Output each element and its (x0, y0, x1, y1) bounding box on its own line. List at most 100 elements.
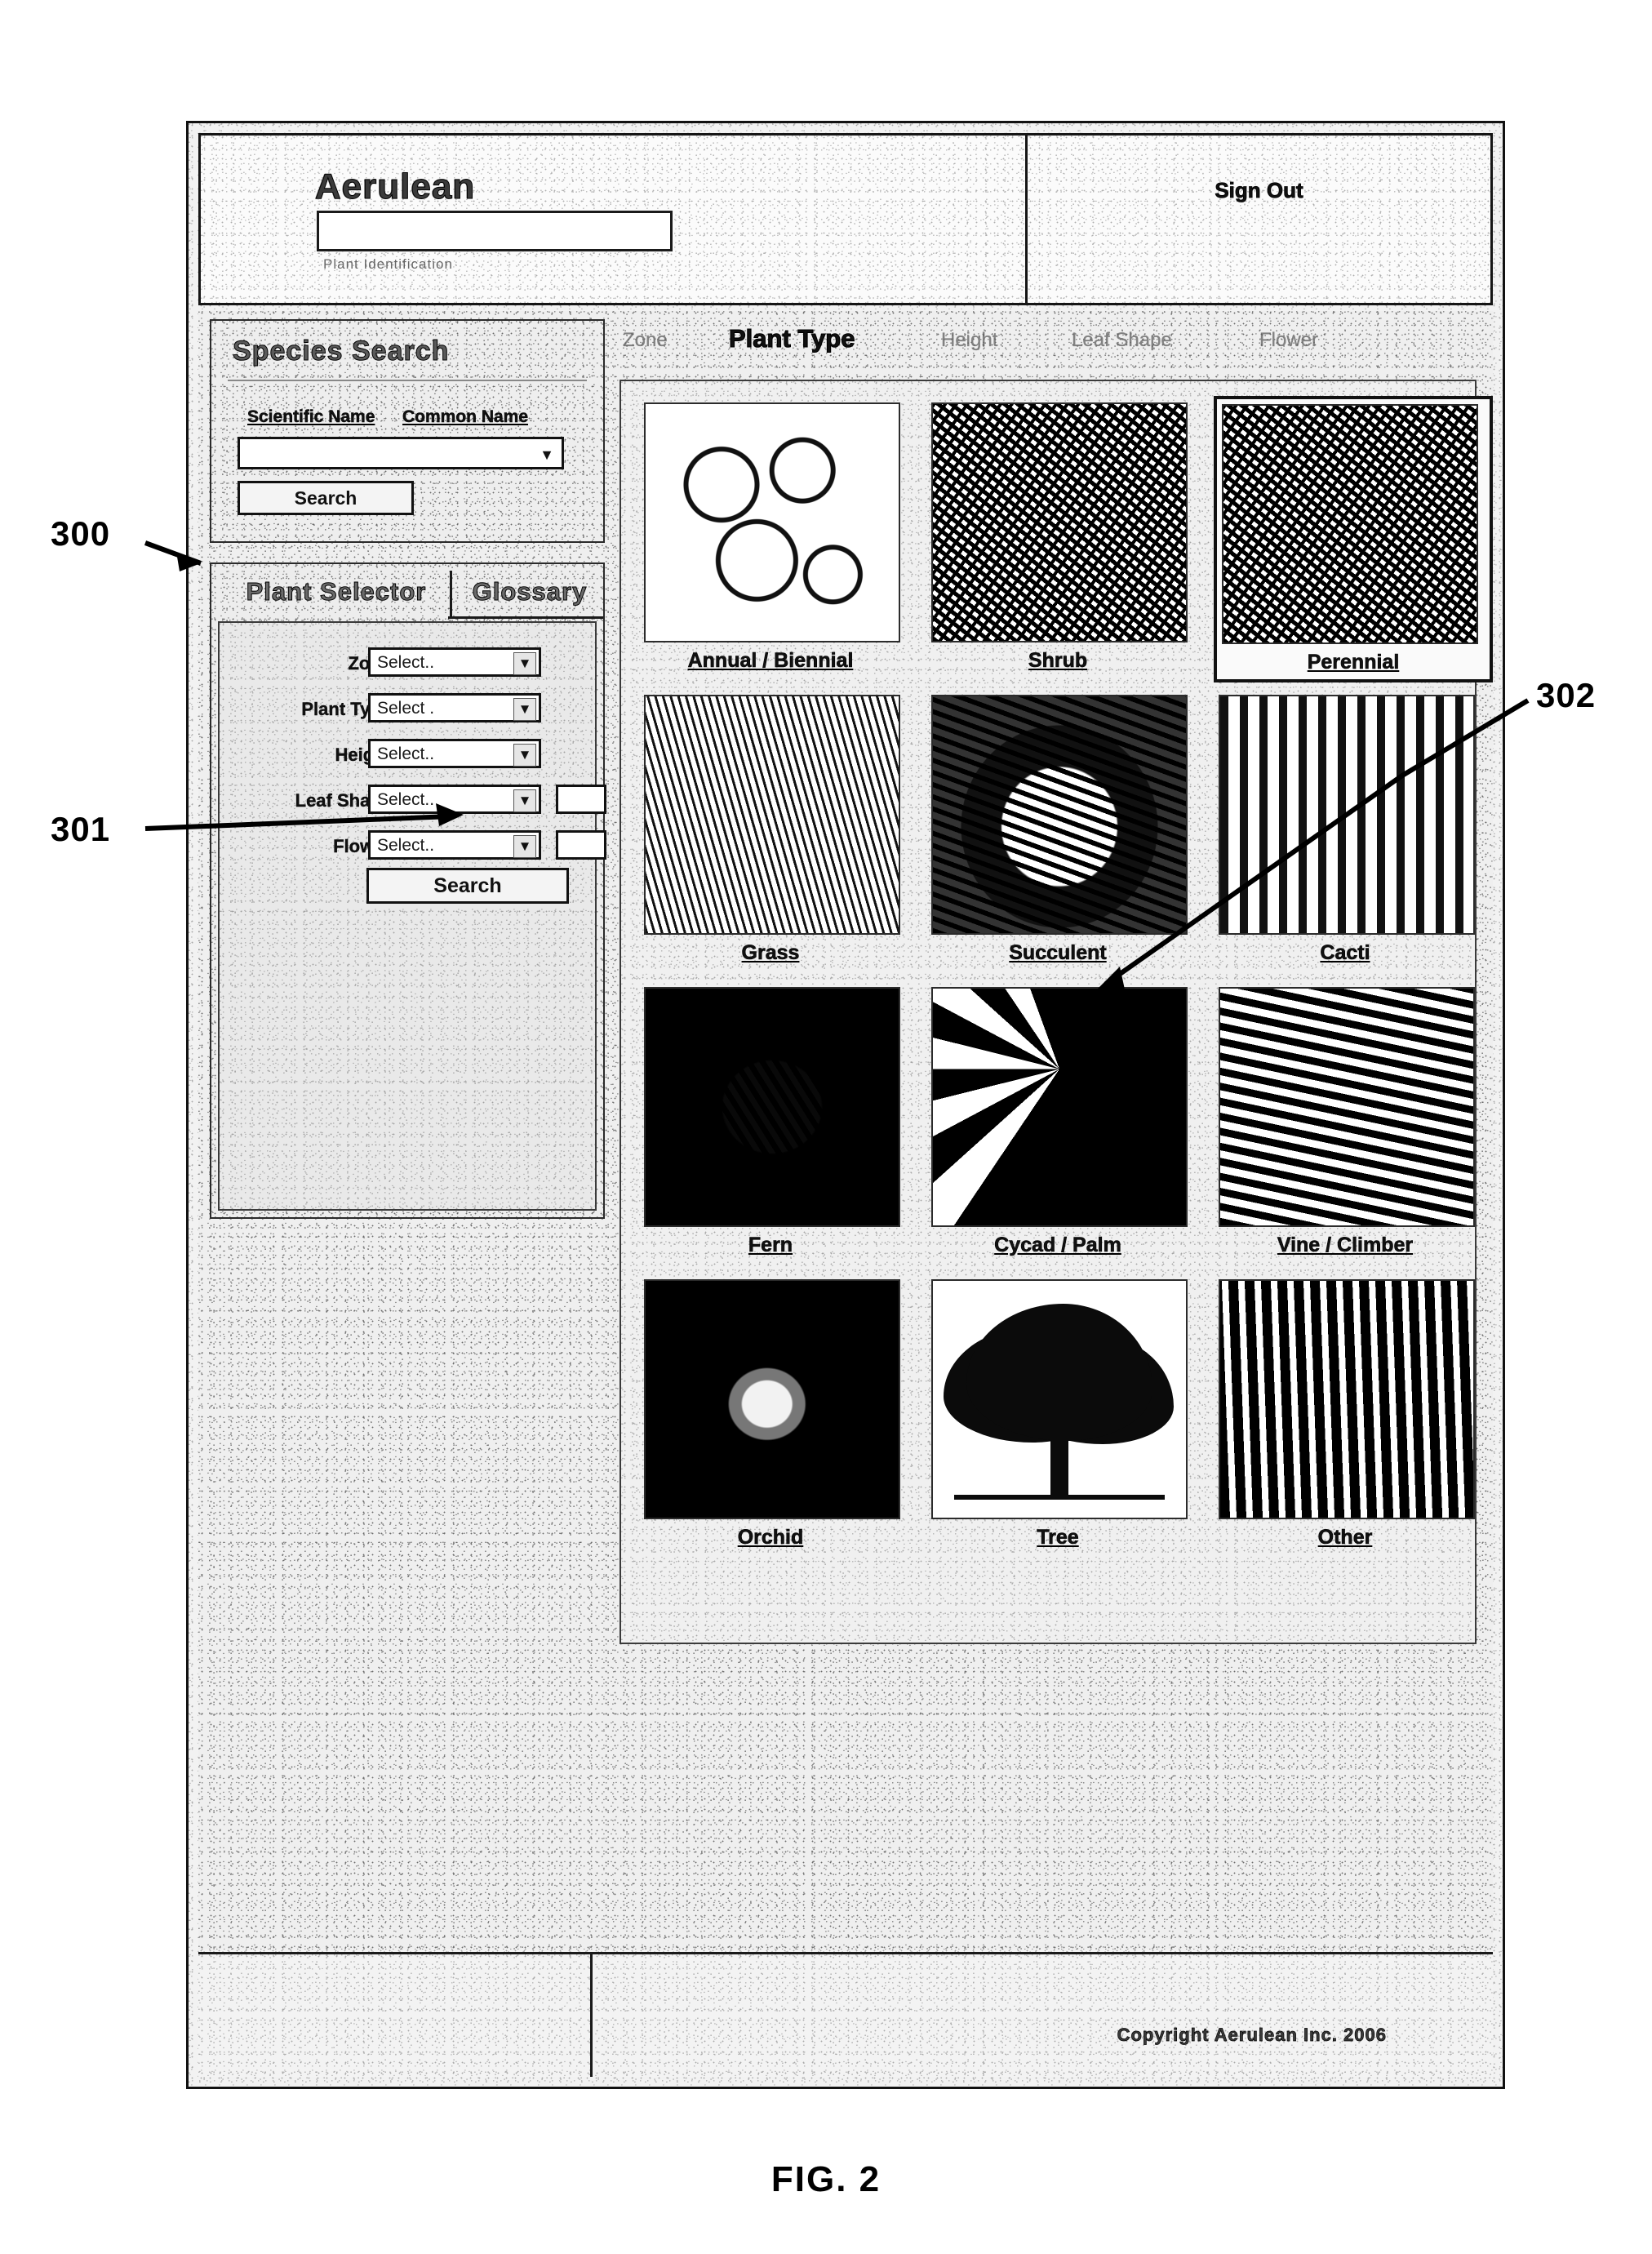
chevron-down-icon[interactable]: ▼ (513, 835, 536, 858)
thumbnail-orchid[interactable] (644, 1279, 900, 1519)
shrub-illustration-icon (933, 404, 1186, 641)
tile-annual-biennial[interactable]: Annual / Biennial (644, 402, 900, 673)
tile-shrub[interactable]: Shrub (931, 402, 1188, 673)
tab-divider (450, 571, 452, 616)
select-leaf-shape[interactable]: Select.. ▼ (368, 785, 541, 814)
tile-caption[interactable]: Other (1219, 1526, 1472, 1549)
chevron-down-icon[interactable]: ▼ (513, 744, 536, 767)
tile-caption[interactable]: Shrub (931, 649, 1184, 673)
orchid-illustration-icon (646, 1281, 899, 1518)
site-header: Aerulean Plant Identification Sign Out (198, 133, 1493, 305)
tile-caption[interactable]: Perennial (1222, 651, 1485, 674)
tab-plant-selector[interactable]: Plant Selector (226, 571, 446, 613)
tile-orchid[interactable]: Orchid (644, 1279, 900, 1549)
thumbnail-tree[interactable] (931, 1279, 1188, 1519)
copyright-text: Copyright Aerulean Inc. 2006 (1117, 2025, 1387, 2046)
chevron-down-icon[interactable]: ▼ (535, 442, 558, 467)
flower-illustration-icon (646, 404, 899, 641)
application-window: Aerulean Plant Identification Sign Out S… (186, 121, 1505, 2089)
field-row-flower: Flower Select.. ▼ (220, 829, 606, 865)
grass-illustration-icon (646, 696, 899, 933)
thumbnail-annual-biennial[interactable] (644, 402, 900, 642)
species-search-button[interactable]: Search (238, 481, 414, 515)
tile-tree[interactable]: Tree (931, 1279, 1188, 1549)
footer-left-cell (198, 1954, 593, 2077)
site-footer: Copyright Aerulean Inc. 2006 (198, 1952, 1493, 2077)
thumbnail-other[interactable] (1219, 1279, 1475, 1519)
tile-cycad-palm[interactable]: Cycad / Palm (931, 987, 1188, 1257)
tile-succulent[interactable]: Succulent (931, 695, 1188, 965)
species-title-divider (228, 380, 587, 381)
tile-cacti[interactable]: Cacti (1219, 695, 1475, 965)
thumbnail-perennial[interactable] (1222, 404, 1478, 644)
species-search-input[interactable]: ▼ (238, 437, 564, 469)
tree-ground-shape (954, 1495, 1165, 1500)
patent-figure-sheet: Aerulean Plant Identification Sign Out S… (0, 0, 1652, 2254)
breadcrumb-plant-type[interactable]: Plant Type (728, 323, 855, 353)
callout-301: 301 (51, 810, 111, 848)
thumbnail-shrub[interactable] (931, 402, 1188, 642)
select-flower-value: Select.. (377, 836, 435, 855)
tile-vine-climber[interactable]: Vine / Climber (1219, 987, 1475, 1257)
tile-other[interactable]: Other (1219, 1279, 1475, 1549)
species-search-title: Species Search (232, 336, 450, 367)
field-row-leaf-shape: Leaf Shape Select.. ▼ (220, 783, 606, 819)
select-leaf-shape-value: Select.. (377, 790, 435, 809)
select-plant-type-value: Select . (377, 699, 435, 718)
breadcrumb-height[interactable]: Height (941, 329, 998, 352)
select-flower[interactable]: Select.. ▼ (368, 830, 541, 860)
thumbnail-cacti[interactable] (1219, 695, 1475, 935)
tile-caption[interactable]: Cycad / Palm (931, 1234, 1184, 1257)
tile-caption[interactable]: Vine / Climber (1219, 1234, 1472, 1257)
figure-caption: FIG. 2 (770, 2159, 882, 2199)
breadcrumb: Zone Plant Type Height Leaf Shape Flower (615, 319, 1481, 368)
succulent-illustration-icon (933, 696, 1186, 933)
chevron-down-icon[interactable]: ▼ (513, 789, 536, 812)
tile-caption[interactable]: Orchid (644, 1526, 897, 1549)
field-row-plant-type: Plant Type Select . ▼ (220, 691, 595, 727)
tile-caption[interactable]: Grass (644, 941, 897, 965)
callout-300: 300 (51, 514, 111, 553)
select-height[interactable]: Select.. ▼ (368, 739, 541, 768)
callout-302: 302 (1536, 676, 1596, 714)
select-plant-type[interactable]: Select . ▼ (368, 693, 541, 722)
tile-caption[interactable]: Fern (644, 1234, 897, 1257)
tab-scientific-name[interactable]: Scientific Name (247, 407, 375, 427)
vine-illustration-icon (1220, 989, 1473, 1225)
tile-perennial[interactable]: Perennial (1214, 396, 1493, 682)
tab-glossary[interactable]: Glossary (456, 571, 603, 613)
breadcrumb-zone[interactable]: Zone (623, 329, 668, 352)
other-illustration-icon (1220, 1281, 1473, 1518)
fern-illustration-icon (646, 989, 899, 1225)
chevron-down-icon[interactable]: ▼ (513, 698, 536, 721)
thumbnail-grass[interactable] (644, 695, 900, 935)
flower-preview-box[interactable] (556, 830, 606, 860)
brand-tagline-box (317, 211, 673, 251)
field-row-height: Height Select.. ▼ (220, 737, 595, 773)
thumbnail-vine-climber[interactable] (1219, 987, 1475, 1227)
selector-search-button[interactable]: Search (366, 868, 569, 904)
tile-grass[interactable]: Grass (644, 695, 900, 965)
thumbnail-fern[interactable] (644, 987, 900, 1227)
field-row-zone: Zone Select.. ▼ (220, 646, 595, 682)
tile-caption[interactable]: Cacti (1219, 941, 1472, 965)
tile-caption[interactable]: Tree (931, 1526, 1184, 1549)
tile-fern[interactable]: Fern (644, 987, 900, 1257)
breadcrumb-leaf-shape[interactable]: Leaf Shape (1072, 329, 1172, 352)
chevron-down-icon[interactable]: ▼ (513, 652, 536, 675)
tree-trunk-shape (1050, 1433, 1068, 1496)
cacti-illustration-icon (1220, 696, 1473, 933)
leaf-shape-preview-box[interactable] (556, 785, 606, 814)
tile-caption[interactable]: Succulent (931, 941, 1184, 965)
palm-illustration-icon (933, 989, 1186, 1225)
tile-caption[interactable]: Annual / Biennial (644, 649, 897, 673)
thumbnail-cycad-palm[interactable] (931, 987, 1188, 1227)
sign-out-button[interactable]: Sign Out (1215, 178, 1303, 203)
plant-selector-form: Zone Select.. ▼ Plant Type Select (218, 621, 606, 1211)
breadcrumb-flower[interactable]: Flower (1259, 329, 1318, 352)
select-zone[interactable]: Select.. ▼ (368, 647, 541, 677)
tree-canopy-shape (966, 1304, 1152, 1441)
signout-cell: Sign Out (1028, 136, 1490, 303)
thumbnail-succulent[interactable] (931, 695, 1188, 935)
tab-common-name[interactable]: Common Name (402, 407, 529, 427)
